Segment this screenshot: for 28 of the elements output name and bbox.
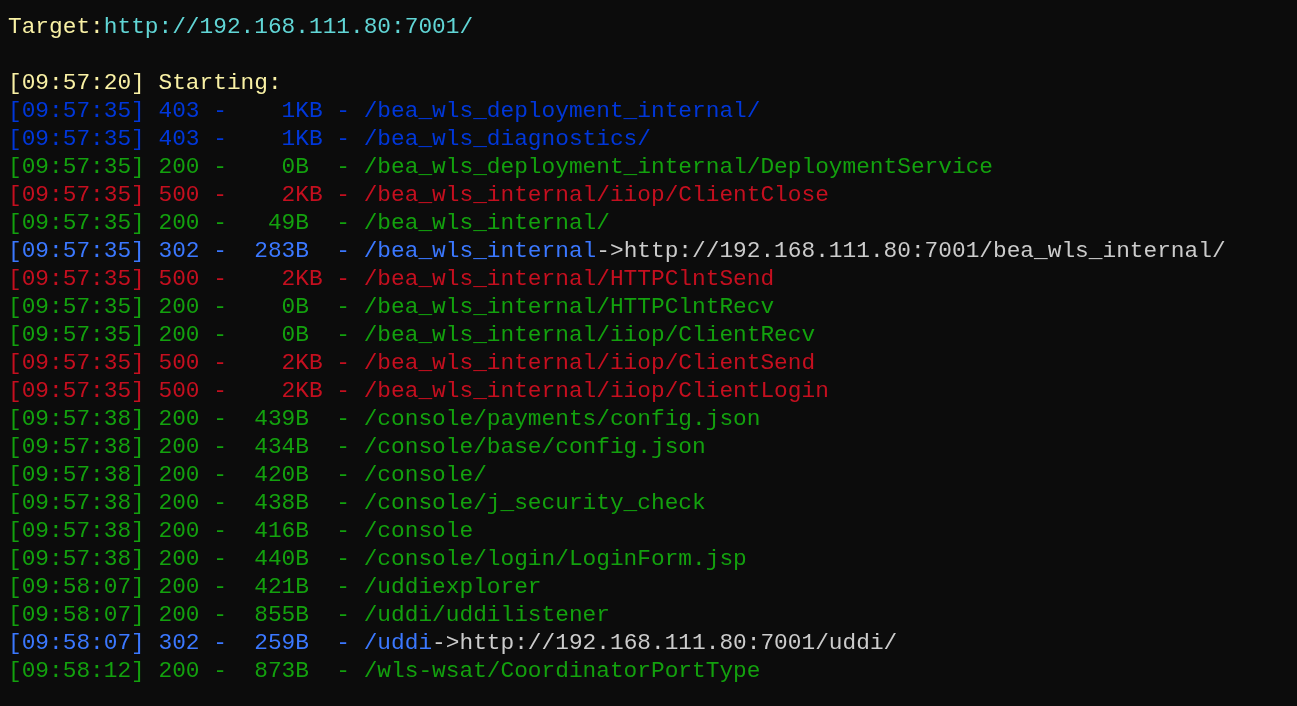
- log-line: [09:57:35] 500 - 2KB - /bea_wls_internal/HTTPClntSend: [8, 266, 775, 292]
- redirect-arrow: ->: [432, 630, 460, 656]
- log-line: [09:57:38] 200 - 439B - /console/payments/config.json: [8, 406, 761, 432]
- log-line: [09:57:35] 200 - 0B - /bea_wls_internal/HTTPClntRecv: [8, 294, 775, 320]
- log-line: [09:57:35] 200 - 0B - /bea_wls_internal/iiop/ClientRecv: [8, 322, 816, 348]
- log-line: [09:58:07] 200 - 421B - /uddiexplorer: [8, 574, 542, 600]
- log-line: [09:57:38] 200 - 440B - /console/login/LoginForm.jsp: [8, 546, 747, 572]
- log-line: [09:57:35] 200 - 0B - /bea_wls_deployment_internal/DeploymentService: [8, 154, 993, 180]
- log-line: [09:57:35] 403 - 1KB - /bea_wls_diagnostics/: [8, 126, 651, 152]
- log-line: [09:58:12] 200 - 873B - /wls-wsat/CoordinatorPortType: [8, 658, 761, 684]
- log-line: [09:57:35] 302 - 283B - /bea_wls_internal: [8, 238, 597, 264]
- log-line: [09:57:38] 200 - 438B - /console/j_security_check: [8, 490, 706, 516]
- log-line: [09:57:35] 500 - 2KB - /bea_wls_internal/iiop/ClientClose: [8, 182, 829, 208]
- log-line: [09:57:35] 500 - 2KB - /bea_wls_internal/iiop/ClientSend: [8, 350, 816, 376]
- target-url: http://192.168.111.80:7001/: [103, 14, 474, 40]
- log-line: [09:58:07] 302 - 259B - /uddi: [8, 630, 433, 656]
- target-label: Target:: [8, 14, 104, 40]
- log-line: [09:57:35] 500 - 2KB - /bea_wls_internal/iiop/ClientLogin: [8, 378, 829, 404]
- log-line: [09:57:35] 200 - 49B - /bea_wls_internal/: [8, 210, 610, 236]
- log-line: [09:57:35] 403 - 1KB - /bea_wls_deployment_internal/: [8, 98, 761, 124]
- status-message: [09:57:20] Starting:: [8, 70, 282, 96]
- log-line: [09:57:38] 200 - 416B - /console: [8, 518, 474, 544]
- redirect-arrow: ->: [596, 238, 624, 264]
- redirect-url: http://192.168.111.80:7001/bea_wls_internal/: [623, 238, 1226, 264]
- log-line: [09:57:38] 200 - 420B - /console/: [8, 462, 487, 488]
- log-line: [09:58:07] 200 - 855B - /uddi/uddilistener: [8, 602, 610, 628]
- redirect-url: http://192.168.111.80:7001/uddi/: [459, 630, 898, 656]
- log-line: [09:57:38] 200 - 434B - /console/base/config.json: [8, 434, 706, 460]
